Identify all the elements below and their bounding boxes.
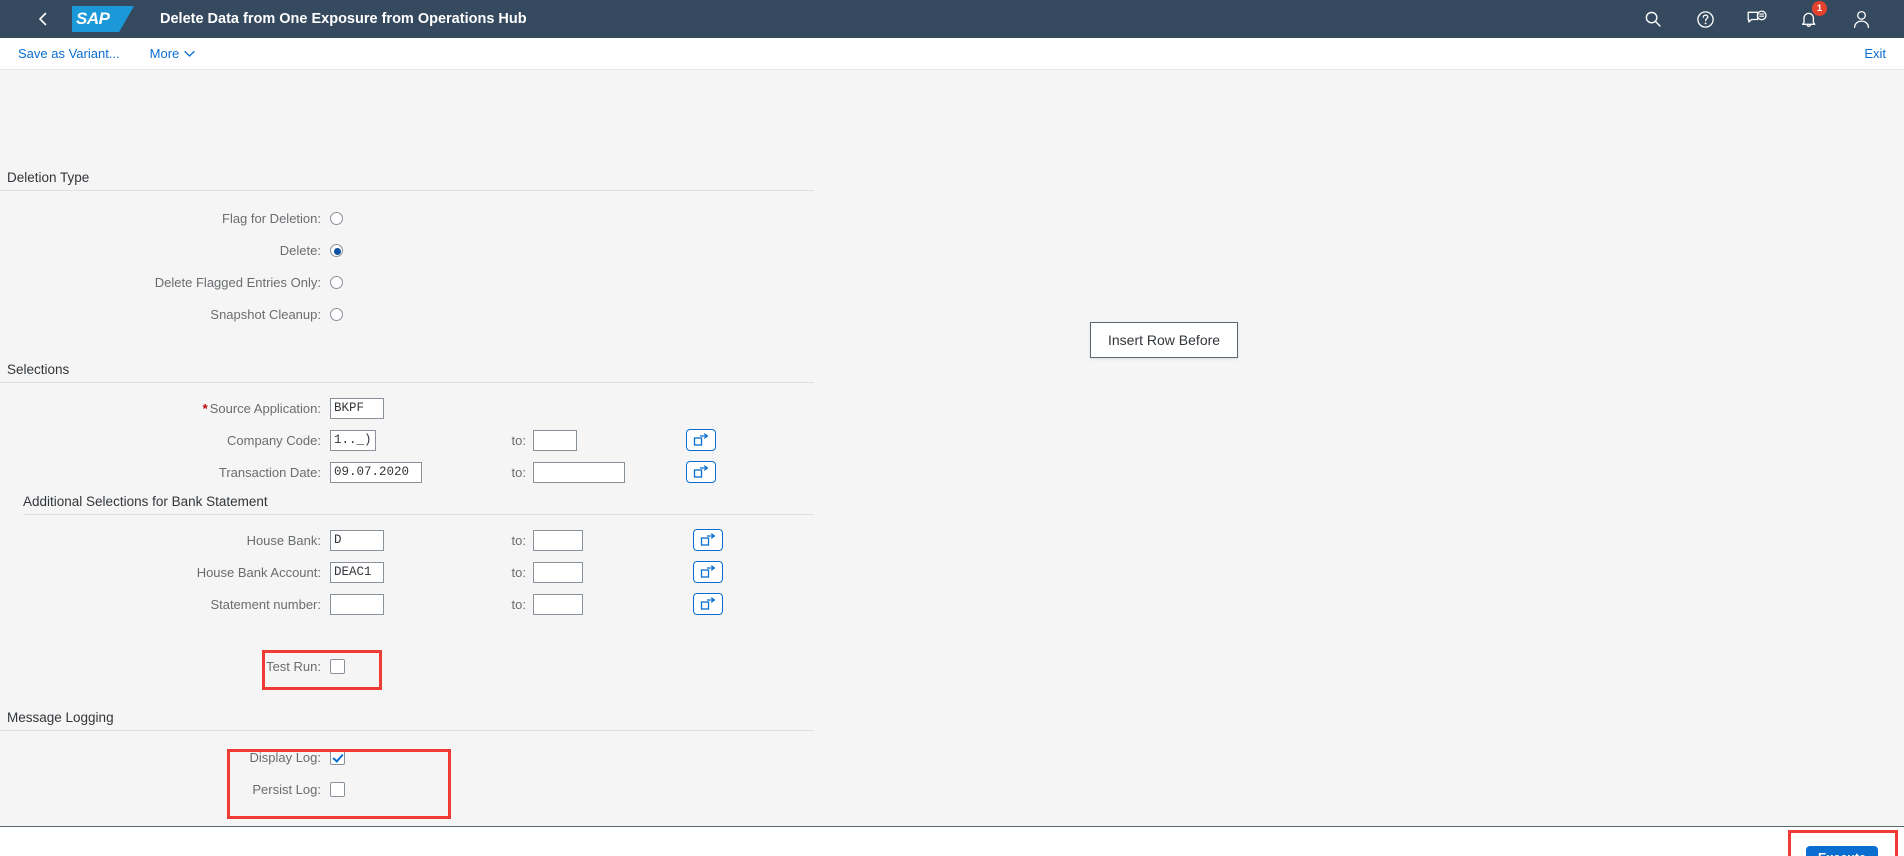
label-statement-number-to: to: xyxy=(511,596,526,612)
field-row-delete: Delete: xyxy=(0,234,1904,266)
label-persist-log: Persist Log: xyxy=(252,781,321,797)
label-source-application-text: Source Application: xyxy=(209,400,321,416)
checkbox-persist-log[interactable] xyxy=(330,781,345,797)
radio-delete[interactable] xyxy=(330,243,343,257)
page-content: Deletion Type Flag for Deletion: Delete:… xyxy=(0,70,1904,826)
label-source-application: * Source Application: xyxy=(0,401,330,416)
section-message-logging: Message Logging Display Log: Persist Log… xyxy=(0,710,1904,805)
label-delete: Delete: xyxy=(279,242,321,258)
multi-selection-icon-statement-number[interactable] xyxy=(693,593,723,615)
house-bank-account-input[interactable] xyxy=(330,561,384,583)
action-toolbar: Save as Variant... More Exit xyxy=(0,38,1904,70)
notification-count-badge: 1 xyxy=(1812,1,1827,16)
label-delete-flagged-entries-only: Delete Flagged Entries Only: xyxy=(154,274,321,290)
section-divider xyxy=(0,382,814,383)
label-house-bank: House Bank: xyxy=(246,532,321,548)
section-divider xyxy=(23,514,814,515)
section-test-run: Test Run: xyxy=(0,650,1904,682)
label-transaction-date: Transaction Date: xyxy=(218,464,321,480)
help-icon[interactable] xyxy=(1694,8,1716,30)
execute-button[interactable]: Execute xyxy=(1806,845,1878,856)
label-house-bank-account: House Bank Account: xyxy=(196,564,321,580)
statement-number-to-input[interactable] xyxy=(533,593,583,615)
label-snapshot-cleanup: Snapshot Cleanup: xyxy=(210,306,321,322)
field-row-house-bank-account: House Bank Account: to: xyxy=(0,556,1904,588)
section-title-selections: Selections xyxy=(7,362,70,377)
more-menu-button[interactable]: More xyxy=(150,46,196,61)
save-as-variant-button[interactable]: Save as Variant... xyxy=(18,46,120,61)
label-flag-for-deletion: Flag for Deletion: xyxy=(222,210,321,226)
field-row-persist-log: Persist Log: xyxy=(0,773,1904,805)
section-divider xyxy=(0,730,814,731)
field-row-company-code: Company Code: to: xyxy=(0,424,1904,456)
multi-selection-icon-house-bank[interactable] xyxy=(693,529,723,551)
field-row-transaction-date: Transaction Date: to: xyxy=(0,456,1904,488)
field-row-display-log: Display Log: xyxy=(0,741,1904,773)
message-icon[interactable] xyxy=(1746,8,1768,30)
field-row-test-run: Test Run: xyxy=(0,650,1904,682)
source-application-input[interactable] xyxy=(330,397,384,419)
company-code-input[interactable] xyxy=(330,429,376,451)
radio-delete-flagged-entries-only[interactable] xyxy=(330,275,343,289)
back-chevron-icon[interactable] xyxy=(30,6,56,32)
page-title: Delete Data from One Exposure from Opera… xyxy=(160,11,527,27)
multi-selection-icon-house-bank-account[interactable] xyxy=(693,561,723,583)
field-row-source-application: * Source Application: xyxy=(0,392,1904,424)
section-title-additional-selections: Additional Selections for Bank Statement xyxy=(23,494,268,509)
house-bank-input[interactable] xyxy=(330,529,384,551)
radio-flag-for-deletion[interactable] xyxy=(330,211,343,225)
more-menu-label: More xyxy=(149,46,180,61)
label-statement-number: Statement number: xyxy=(210,596,321,612)
label-company-code: Company Code: xyxy=(227,432,321,448)
label-transaction-date-to: to: xyxy=(511,464,526,480)
exit-button[interactable]: Exit xyxy=(1864,46,1886,61)
label-house-bank-account-to: to: xyxy=(511,564,526,580)
section-deletion-type: Deletion Type Flag for Deletion: Delete:… xyxy=(0,170,1904,330)
section-title-message-logging: Message Logging xyxy=(7,710,114,725)
required-indicator: * xyxy=(202,400,208,416)
field-row-flag-for-deletion: Flag for Deletion: xyxy=(0,202,1904,234)
label-test-run: Test Run: xyxy=(266,658,321,674)
field-row-snapshot-cleanup: Snapshot Cleanup: xyxy=(0,298,1904,330)
statement-number-input[interactable] xyxy=(330,593,384,615)
label-display-log: Display Log: xyxy=(249,749,321,765)
shell-header: SAP Delete Data from One Exposure from O… xyxy=(0,0,1904,38)
field-row-delete-flagged-entries-only: Delete Flagged Entries Only: xyxy=(0,266,1904,298)
section-additional-selections: Additional Selections for Bank Statement… xyxy=(0,494,1904,620)
multi-selection-icon-company-code[interactable] xyxy=(686,429,716,451)
chevron-down-icon xyxy=(184,50,195,57)
header-actions: 1 xyxy=(1642,1,1890,30)
checkbox-display-log[interactable] xyxy=(330,749,345,765)
label-company-code-to: to: xyxy=(511,432,526,448)
section-title-deletion-type: Deletion Type xyxy=(7,170,90,185)
radio-snapshot-cleanup[interactable] xyxy=(330,307,343,321)
search-icon[interactable] xyxy=(1642,8,1664,30)
section-divider xyxy=(0,190,814,191)
transaction-date-to-input[interactable] xyxy=(533,461,625,483)
footer-bar: Execute xyxy=(0,826,1904,856)
section-selections: Selections *Source Application: Company … xyxy=(0,362,1904,488)
multi-selection-icon-transaction-date[interactable] xyxy=(686,461,716,483)
user-avatar-icon[interactable] xyxy=(1850,8,1872,30)
sap-logo-text: SAP xyxy=(76,9,110,28)
bell-icon[interactable]: 1 xyxy=(1798,1,1827,30)
checkbox-test-run[interactable] xyxy=(330,658,345,674)
house-bank-account-to-input[interactable] xyxy=(533,561,583,583)
transaction-date-input[interactable] xyxy=(330,461,422,483)
field-row-house-bank: House Bank: to: xyxy=(0,524,1904,556)
insert-row-before-tooltip: Insert Row Before xyxy=(1090,322,1239,358)
house-bank-to-input[interactable] xyxy=(533,529,583,551)
sap-logo: SAP xyxy=(72,6,134,32)
label-house-bank-to: to: xyxy=(511,532,526,548)
field-row-statement-number: Statement number: to: xyxy=(0,588,1904,620)
company-code-to-input[interactable] xyxy=(533,429,577,451)
